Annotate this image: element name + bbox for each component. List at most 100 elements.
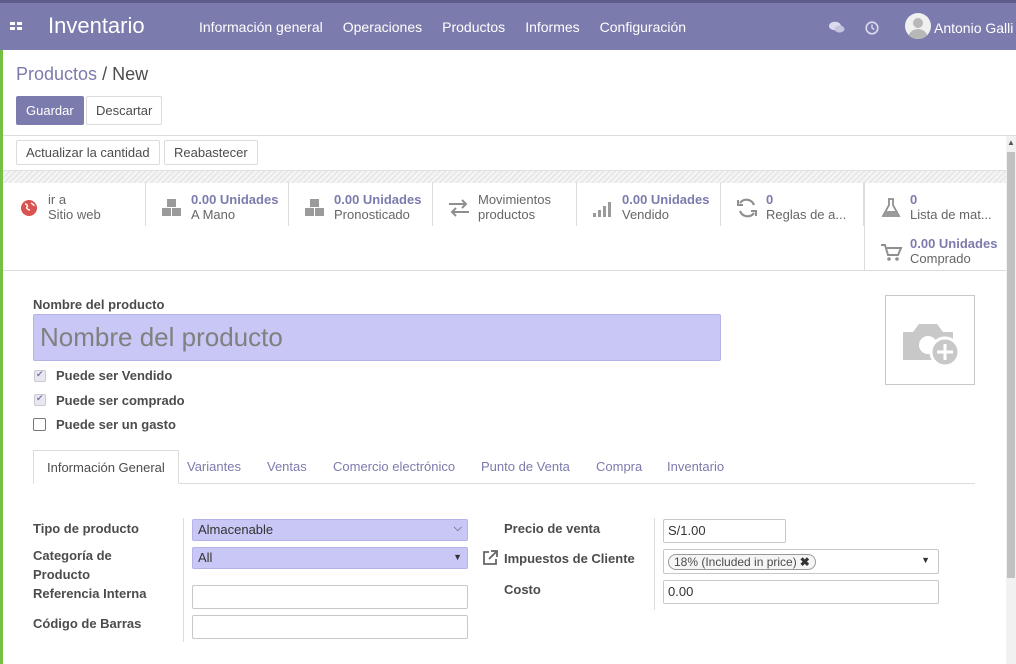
save-button[interactable]: Guardar bbox=[16, 96, 84, 125]
smart-button-sold[interactable]: 0.00 Unidades Vendido bbox=[577, 182, 721, 226]
smart-button-bom[interactable]: 0 Lista de mat... bbox=[864, 182, 1006, 226]
tab-inventario[interactable]: Inventario bbox=[654, 450, 737, 483]
tab-variantes[interactable]: Variantes bbox=[174, 450, 254, 483]
apps-menu-icon[interactable] bbox=[10, 22, 22, 31]
category-label-line2: Producto bbox=[33, 567, 91, 582]
breadcrumb-separator: / bbox=[102, 64, 108, 84]
can-be-purchased-checkbox[interactable] bbox=[34, 393, 46, 406]
breadcrumb-current: New bbox=[112, 64, 149, 84]
smart-button-forecasted[interactable]: 0.00 Unidades Pronosticado bbox=[289, 182, 433, 226]
user-avatar[interactable] bbox=[905, 13, 931, 39]
sold-value: 0.00 Unidades bbox=[622, 192, 710, 207]
tax-tag: 18% (Included in price) ✖ bbox=[668, 554, 816, 570]
can-be-expensed-checkbox[interactable] bbox=[33, 418, 46, 431]
on-hand-label: A Mano bbox=[191, 207, 236, 222]
rules-label: Reglas de a... bbox=[766, 207, 847, 222]
smart-buttons: ir a Sitio web 0.00 Unidades A Mano 0.00… bbox=[3, 182, 1006, 271]
product-type-label: Tipo de producto bbox=[33, 521, 139, 536]
forecasted-value: 0.00 Unidades bbox=[334, 192, 422, 207]
vertical-scrollbar[interactable]: ▲ bbox=[1006, 136, 1016, 664]
can-be-expensed-label: Puede ser un gasto bbox=[56, 417, 176, 432]
left-column-separator bbox=[183, 518, 184, 642]
external-link-icon[interactable] bbox=[481, 549, 499, 567]
flask-icon bbox=[881, 198, 901, 217]
chevron-down-icon: ⌵ bbox=[453, 522, 462, 534]
right-column-separator bbox=[654, 518, 655, 610]
cost-input[interactable]: 0.00 bbox=[663, 580, 939, 604]
breadcrumb-productos[interactable]: Productos bbox=[16, 64, 97, 84]
can-be-purchased-label: Puede ser comprado bbox=[56, 393, 185, 408]
main-menu: Información general Operaciones Producto… bbox=[199, 19, 706, 35]
smart-button-reordering-rules[interactable]: 0 Reglas de a... bbox=[721, 182, 864, 226]
exchange-icon bbox=[449, 199, 469, 217]
website-line2: Sitio web bbox=[48, 207, 101, 222]
camera-plus-icon bbox=[903, 324, 961, 368]
category-select[interactable]: All ▼ bbox=[192, 547, 468, 569]
top-navbar: Inventario Información general Operacion… bbox=[0, 0, 1016, 50]
tab-punto-de-venta[interactable]: Punto de Venta bbox=[468, 450, 583, 483]
cubes-icon bbox=[162, 199, 181, 216]
purchased-label: Comprado bbox=[910, 251, 971, 266]
forecasted-label: Pronosticado bbox=[334, 207, 410, 222]
cart-icon bbox=[881, 244, 903, 261]
notebook-tabs: Información General Variantes Ventas Com… bbox=[33, 450, 975, 484]
category-label-line1: Categoría de bbox=[33, 548, 112, 563]
tab-informacion-general[interactable]: Información General bbox=[33, 450, 179, 484]
tax-tag-label: 18% (Included in price) bbox=[674, 555, 797, 569]
moves-line1: Movimientos bbox=[478, 192, 551, 207]
scroll-up-arrow-icon[interactable]: ▲ bbox=[1007, 138, 1015, 147]
purchased-value: 0.00 Unidades bbox=[910, 236, 998, 251]
replenish-button[interactable]: Reabastecer bbox=[164, 140, 258, 165]
activity-clock-icon[interactable] bbox=[865, 21, 879, 35]
website-line1: ir a bbox=[48, 192, 67, 207]
cost-label: Costo bbox=[504, 582, 541, 597]
moves-line2: productos bbox=[478, 207, 536, 222]
caret-down-icon[interactable]: ▼ bbox=[921, 555, 930, 565]
product-type-value: Almacenable bbox=[198, 522, 274, 537]
remove-tag-icon[interactable]: ✖ bbox=[800, 555, 810, 569]
internal-ref-label: Referencia Interna bbox=[33, 586, 147, 601]
product-name-label: Nombre del producto bbox=[33, 297, 165, 312]
user-name[interactable]: Antonio Galli bbox=[934, 20, 1013, 36]
rules-value: 0 bbox=[766, 192, 774, 207]
menu-productos[interactable]: Productos bbox=[442, 19, 505, 35]
signal-icon bbox=[593, 202, 611, 217]
cubes-icon bbox=[305, 199, 324, 216]
app-brand[interactable]: Inventario bbox=[48, 13, 145, 39]
smart-button-on-hand[interactable]: 0.00 Unidades A Mano bbox=[146, 182, 289, 226]
smart-button-website[interactable]: ir a Sitio web bbox=[3, 182, 146, 226]
tab-comercio-electronico[interactable]: Comercio electrónico bbox=[320, 450, 468, 483]
product-image-upload[interactable] bbox=[885, 295, 975, 385]
breadcrumb: Productos / New bbox=[16, 64, 148, 85]
customer-taxes-label: Impuestos de Cliente bbox=[504, 551, 635, 566]
product-type-select[interactable]: Almacenable ⌵ bbox=[192, 519, 468, 541]
chat-icon[interactable] bbox=[829, 21, 845, 34]
tab-compra[interactable]: Compra bbox=[583, 450, 655, 483]
discard-button[interactable]: Descartar bbox=[86, 96, 163, 125]
on-hand-value: 0.00 Unidades bbox=[191, 192, 279, 207]
caret-down-icon: ▼ bbox=[453, 552, 462, 562]
barcode-input[interactable] bbox=[192, 615, 468, 639]
internal-ref-input[interactable] bbox=[192, 585, 468, 609]
can-be-sold-checkbox[interactable] bbox=[34, 369, 46, 382]
smart-button-purchased[interactable]: 0.00 Unidades Comprado bbox=[864, 226, 1006, 270]
menu-configuracion[interactable]: Configuración bbox=[600, 19, 686, 35]
update-quantity-button[interactable]: Actualizar la cantidad bbox=[16, 140, 160, 165]
menu-informes[interactable]: Informes bbox=[525, 19, 579, 35]
sale-price-label: Precio de venta bbox=[504, 521, 601, 536]
control-panel-divider bbox=[3, 135, 1016, 136]
bom-value: 0 bbox=[910, 192, 918, 207]
sold-label: Vendido bbox=[622, 207, 669, 222]
sale-price-input[interactable]: S/1.00 bbox=[663, 519, 786, 543]
smart-button-product-moves[interactable]: Movimientos productos bbox=[433, 182, 577, 226]
refresh-icon bbox=[737, 198, 757, 218]
barcode-label: Código de Barras bbox=[33, 616, 142, 631]
left-accent-bar bbox=[0, 50, 3, 664]
can-be-sold-label: Puede ser Vendido bbox=[56, 368, 173, 383]
scrollbar-thumb[interactable] bbox=[1007, 152, 1015, 578]
bom-label: Lista de mat... bbox=[910, 207, 992, 222]
menu-informacion-general[interactable]: Información general bbox=[199, 19, 323, 35]
menu-operaciones[interactable]: Operaciones bbox=[343, 19, 422, 35]
product-name-input[interactable] bbox=[33, 314, 721, 361]
tab-ventas[interactable]: Ventas bbox=[254, 450, 320, 483]
